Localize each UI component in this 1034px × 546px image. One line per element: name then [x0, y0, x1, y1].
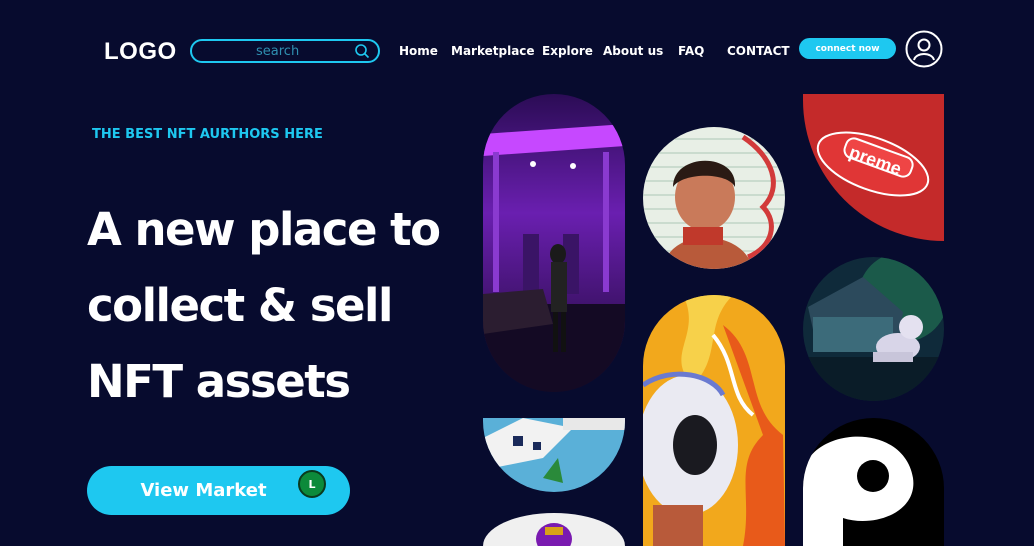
- profile-icon[interactable]: [905, 30, 943, 68]
- nav-contact[interactable]: CONTACT: [727, 44, 790, 58]
- logo[interactable]: LOGO: [104, 38, 177, 66]
- nav-explore[interactable]: Explore: [542, 44, 593, 58]
- avatar-badge[interactable]: L: [298, 470, 326, 498]
- nft-card-pixel-art[interactable]: [483, 418, 625, 492]
- connect-button[interactable]: connect now: [799, 38, 896, 59]
- abstract-art: [803, 418, 944, 546]
- gas-station-art: [483, 94, 625, 392]
- portrait-art: [643, 127, 785, 269]
- search-input[interactable]: [192, 43, 352, 59]
- nav-about[interactable]: About us: [603, 44, 663, 58]
- tagline: THE BEST NFT AURTHORS HERE: [92, 127, 323, 142]
- headline-line: collect & sell: [87, 279, 393, 332]
- nft-card-bottom-mask[interactable]: [483, 513, 625, 546]
- headline-line: A new place to: [87, 203, 441, 256]
- search-icon[interactable]: [354, 43, 370, 59]
- nft-card-portrait[interactable]: [643, 127, 785, 269]
- pixel-art: [483, 418, 625, 492]
- headline-line: NFT assets: [87, 355, 351, 408]
- slides-art: preme: [803, 94, 944, 241]
- nft-card-slides[interactable]: preme: [803, 94, 944, 241]
- nft-card-abstract[interactable]: [803, 418, 944, 546]
- nft-card-flame-mask[interactable]: [643, 295, 785, 546]
- bottom-mask-art: [483, 513, 625, 546]
- nav-marketplace[interactable]: Marketplace: [451, 44, 535, 58]
- nav-home[interactable]: Home: [399, 44, 438, 58]
- flame-mask-art: [643, 295, 785, 546]
- astronaut-art: [803, 257, 944, 401]
- nft-card-astronaut[interactable]: [803, 257, 944, 401]
- hero-headline: A new place to collect & sell NFT assets: [87, 192, 487, 420]
- nft-card-gas-station[interactable]: [483, 94, 625, 392]
- nav-faq[interactable]: FAQ: [678, 44, 704, 58]
- search-bar[interactable]: [190, 39, 380, 63]
